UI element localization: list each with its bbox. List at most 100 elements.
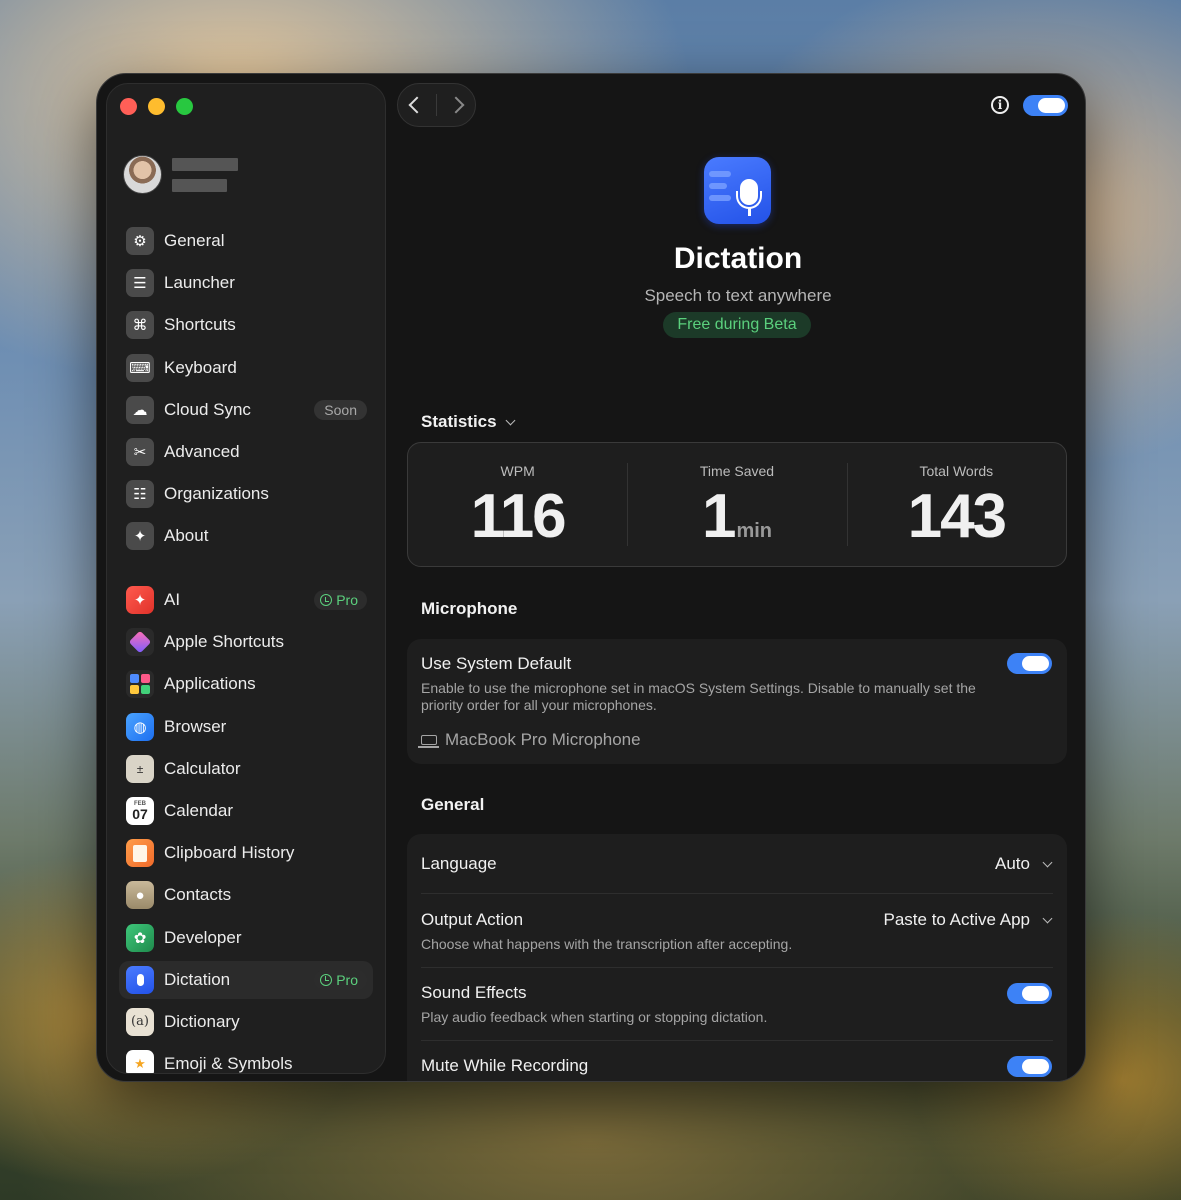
emoji-icon: ★ <box>126 1050 154 1073</box>
output-action-select[interactable]: Paste to Active App <box>884 910 1053 930</box>
sidebar-item-calendar[interactable]: FEB 07 Calendar <box>119 792 373 830</box>
sound-effects-row: Sound Effects Play audio feedback when s… <box>421 983 1053 1026</box>
beta-badge: Free during Beta <box>663 312 811 338</box>
language-select[interactable]: Auto <box>995 854 1053 874</box>
calculator-icon: ± <box>126 754 154 783</box>
sidebar-item-general[interactable]: ⚙ General <box>119 222 373 260</box>
microphone-device: MacBook Pro Microphone <box>418 730 987 750</box>
gear-icon: ⚙ <box>126 227 154 255</box>
chevron-down-icon <box>1042 857 1053 867</box>
chevron-down-icon <box>1042 913 1053 923</box>
dictionary-icon: (a) <box>126 1007 154 1036</box>
sidebar-item-label: Apple Shortcuts <box>164 632 285 652</box>
divider <box>421 967 1053 968</box>
sidebar-item-clipboard-history[interactable]: Clipboard History <box>119 834 373 872</box>
developer-icon: ✿ <box>126 923 154 952</box>
mute-while-recording-row: Mute While Recording <box>421 1056 1053 1076</box>
sidebar-item-launcher[interactable]: ☰ Launcher <box>119 264 373 302</box>
use-system-default-toggle[interactable] <box>1007 653 1052 674</box>
extension-enabled-toggle[interactable] <box>1023 95 1068 116</box>
zoom-window-button[interactable] <box>176 98 193 115</box>
sound-effects-toggle[interactable] <box>1007 983 1052 1004</box>
sidebar-item-keyboard[interactable]: ⌨ Keyboard <box>119 349 373 387</box>
sidebar-item-label: Applications <box>164 674 256 694</box>
sidebar-item-organizations[interactable]: ☷ Organizations <box>119 475 373 513</box>
stat-total-words: Total Words 143 <box>846 443 1066 566</box>
use-system-default-row: Use System Default Enable to use the mic… <box>418 654 987 750</box>
sidebar-item-developer[interactable]: ✿ Developer <box>119 919 373 957</box>
pro-badge: Pro <box>314 590 367 610</box>
divider <box>421 1040 1053 1041</box>
row-title: Sound Effects <box>421 983 527 1002</box>
row-title: Language <box>421 854 497 873</box>
language-row: Language <box>421 854 1053 874</box>
info-icon[interactable]: i <box>991 96 1009 114</box>
sidebar-item-label: Emoji & Symbols <box>164 1054 293 1074</box>
page-title: Dictation <box>673 242 803 275</box>
sidebar-item-label: Dictation <box>164 969 231 989</box>
sparkle-icon: ✦ <box>126 586 154 614</box>
avatar <box>123 155 162 194</box>
sidebar-item-label: Organizations <box>164 484 269 504</box>
statistics-section-toggle[interactable]: Statistics <box>421 412 516 432</box>
forward-chevron-icon[interactable] <box>447 96 465 114</box>
sidebar-item-browser[interactable]: ◍ Browser <box>119 708 373 746</box>
minimize-window-button[interactable] <box>148 98 165 115</box>
back-chevron-icon[interactable] <box>408 96 426 114</box>
sidebar-item-label: Contacts <box>164 885 232 905</box>
sidebar-item-label: Calculator <box>164 758 241 778</box>
sidebar-item-label: Shortcuts <box>164 315 236 335</box>
sidebar-nav-extensions: ✦ AI Pro Apple Shortcuts Applications ◍ … <box>119 581 373 1074</box>
stat-unit: min <box>736 520 773 542</box>
device-label: MacBook Pro Microphone <box>445 730 641 749</box>
mute-while-recording-toggle[interactable] <box>1007 1056 1052 1077</box>
stat-value: 143 <box>907 482 1007 551</box>
sidebar-item-ai[interactable]: ✦ AI Pro <box>119 581 373 619</box>
close-window-button[interactable] <box>120 98 137 115</box>
sidebar-item-applications[interactable]: Applications <box>119 665 373 703</box>
sidebar-item-label: Dictionary <box>164 1011 240 1031</box>
row-description: Enable to use the microphone set in macO… <box>421 680 976 713</box>
user-profile[interactable] <box>123 155 238 194</box>
sidebar-item-label: Clipboard History <box>164 843 295 863</box>
keyboard-icon: ⌨ <box>126 353 154 382</box>
laptop-icon <box>418 735 439 748</box>
sidebar-item-dictionary[interactable]: (a) Dictionary <box>119 1003 373 1041</box>
sidebar-item-apple-shortcuts[interactable]: Apple Shortcuts <box>119 623 373 661</box>
calendar-icon: FEB 07 <box>126 796 154 825</box>
stat-label: Time Saved <box>699 463 775 479</box>
contacts-icon: ● <box>126 881 154 910</box>
sidebar-item-label: General <box>164 231 225 250</box>
sidebar-item-about[interactable]: ✦ About <box>119 517 373 555</box>
sidebar-item-label: Calendar <box>164 800 233 820</box>
row-title: Use System Default <box>421 654 572 673</box>
sidebar-item-contacts[interactable]: ● Contacts <box>119 876 373 914</box>
microphone-card: Use System Default Enable to use the mic… <box>407 639 1067 764</box>
pro-badge: Pro <box>314 969 367 990</box>
stat-label: WPM <box>500 463 535 479</box>
microphone-icon <box>126 965 154 994</box>
dictation-app-icon <box>704 157 771 224</box>
navigation-divider <box>435 94 437 116</box>
window-controls <box>120 98 193 115</box>
launcher-icon: ☰ <box>126 269 154 298</box>
globe-icon: ◍ <box>126 712 154 741</box>
sidebar-item-dictation[interactable]: Dictation Pro <box>119 960 373 999</box>
sidebar-item-shortcuts[interactable]: ⌘ Shortcuts <box>119 306 373 344</box>
sidebar-item-label: Launcher <box>164 273 235 293</box>
sidebar-item-cloud-sync[interactable]: ☁ Cloud Sync Soon <box>119 391 373 429</box>
redacted-user-info <box>172 157 238 192</box>
sidebar-item-label: Advanced <box>164 441 240 461</box>
divider <box>421 893 1053 894</box>
cloud-icon: ☁ <box>126 395 154 424</box>
general-card: Language Auto Output Action Choose what … <box>407 834 1067 1081</box>
sidebar-item-advanced[interactable]: ✂ Advanced <box>119 433 373 471</box>
organizations-icon: ☷ <box>126 480 154 509</box>
row-description: Choose what happens with the transcripti… <box>421 936 793 952</box>
sidebar-item-emoji-symbols[interactable]: ★ Emoji & Symbols <box>119 1045 373 1074</box>
sidebar-item-calculator[interactable]: ± Calculator <box>119 750 373 788</box>
sidebar-item-label: About <box>164 526 209 546</box>
statistics-card: WPM 116 Time Saved 1 min Total Words 143 <box>407 442 1067 567</box>
soon-badge: Soon <box>314 399 367 420</box>
chevron-down-icon <box>505 415 516 425</box>
